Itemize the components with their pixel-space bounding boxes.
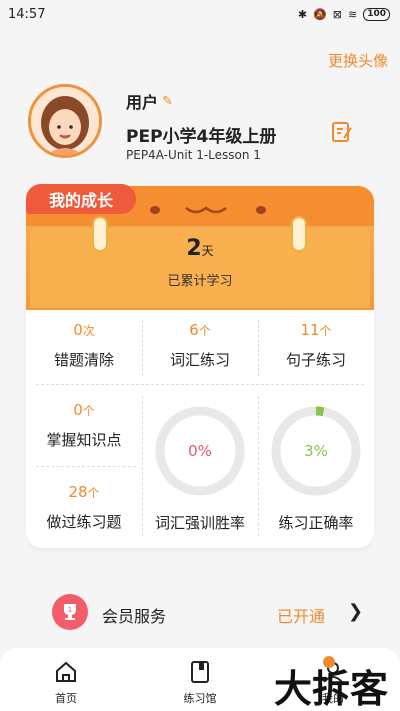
username[interactable]: 用户 ✎ — [126, 89, 173, 113]
bluetooth-icon: ✱ — [297, 7, 308, 21]
mute-icon: 🔕 — [313, 7, 327, 21]
status-bar: 14:57 ✱ 🔕 ⊠ ≋ 100 — [0, 0, 400, 28]
member-status: 已开通 — [277, 607, 326, 626]
notebook-icon — [191, 661, 209, 683]
my-growth-tab: 我的成长 — [26, 184, 136, 214]
stat-vocab-practice[interactable]: 6个 词汇练习 — [142, 320, 258, 370]
status-icons: ✱ 🔕 ⊠ ≋ 100 — [297, 7, 390, 21]
stat-unit: 个 — [87, 486, 100, 500]
stat-value: 0 — [73, 401, 83, 419]
stat-unit: 次 — [82, 324, 95, 338]
accuracy-value: 3% — [304, 442, 328, 460]
stat-unit: 个 — [82, 404, 95, 418]
divider — [258, 320, 259, 376]
stat-unit: 个 — [198, 324, 211, 338]
tab-home[interactable]: 首页 — [16, 648, 116, 711]
avatar[interactable] — [28, 84, 102, 158]
growth-card: 2天 已累计学习 0次 错题清除 6个 词汇练习 11个 句子练习 0个 掌握知… — [26, 186, 374, 548]
signal-icon: ⊠ — [332, 7, 342, 21]
stat-value: 11 — [300, 321, 320, 339]
username-text: 用户 — [126, 93, 159, 112]
current-lesson: PEP4A-Unit 1-Lesson 1 — [126, 148, 261, 162]
edit-book-icon[interactable] — [330, 120, 354, 144]
stat-label: 做过练习题 — [46, 513, 122, 531]
divider — [36, 466, 136, 467]
wifi-icon: ≋ — [347, 7, 358, 21]
status-time: 14:57 — [8, 6, 46, 22]
stat-value: 0 — [73, 321, 83, 339]
stat-exercises-done[interactable]: 28个 做过练习题 — [26, 482, 142, 532]
change-avatar-link[interactable]: 更换头像 — [328, 50, 388, 71]
study-days-unit: 天 — [201, 244, 214, 258]
stat-unit: 个 — [319, 324, 332, 338]
tab-label: 练习馆 — [183, 692, 217, 705]
tab-label: 首页 — [55, 692, 77, 705]
book-title: PEP小学4年级上册 — [126, 127, 277, 147]
stat-mastered-points[interactable]: 0个 掌握知识点 — [26, 400, 142, 450]
vocab-win-rate-value: 0% — [188, 442, 212, 460]
stat-label: 词汇练习 — [169, 351, 230, 369]
stat-value: 28 — [68, 483, 88, 501]
trophy-number: 1 — [68, 606, 72, 614]
pencil-icon[interactable]: ✎ — [162, 94, 173, 109]
vocab-win-rate-label: 词汇强训胜率 — [154, 514, 245, 532]
stat-wrong-cleared[interactable]: 0次 错题清除 — [26, 320, 142, 370]
stat-label: 掌握知识点 — [46, 431, 122, 449]
calendar-ring-left — [92, 216, 108, 252]
trophy-icon: 1 — [52, 594, 88, 630]
stat-value: 6 — [189, 321, 199, 339]
battery-indicator: 100 — [363, 7, 390, 21]
chevron-right-icon[interactable]: ❯ — [348, 601, 363, 622]
divider — [142, 320, 143, 376]
home-icon — [56, 661, 76, 682]
accuracy-label: 练习正确率 — [278, 514, 354, 532]
study-days: 2天 — [26, 236, 374, 261]
study-days-label: 已累计学习 — [167, 274, 233, 289]
divider — [36, 384, 364, 385]
stat-label: 错题清除 — [53, 351, 114, 369]
stat-label: 句子练习 — [285, 351, 346, 369]
tab-practice[interactable]: 练习馆 — [150, 648, 250, 711]
member-service-label: 会员服务 — [102, 607, 167, 626]
calendar-ring-right — [291, 216, 307, 252]
avatar-girl-illustration — [31, 87, 99, 155]
study-days-value: 2 — [186, 236, 202, 261]
watermark: 大拆客 — [274, 666, 389, 711]
stat-sentence-practice[interactable]: 11个 句子练习 — [258, 320, 374, 370]
